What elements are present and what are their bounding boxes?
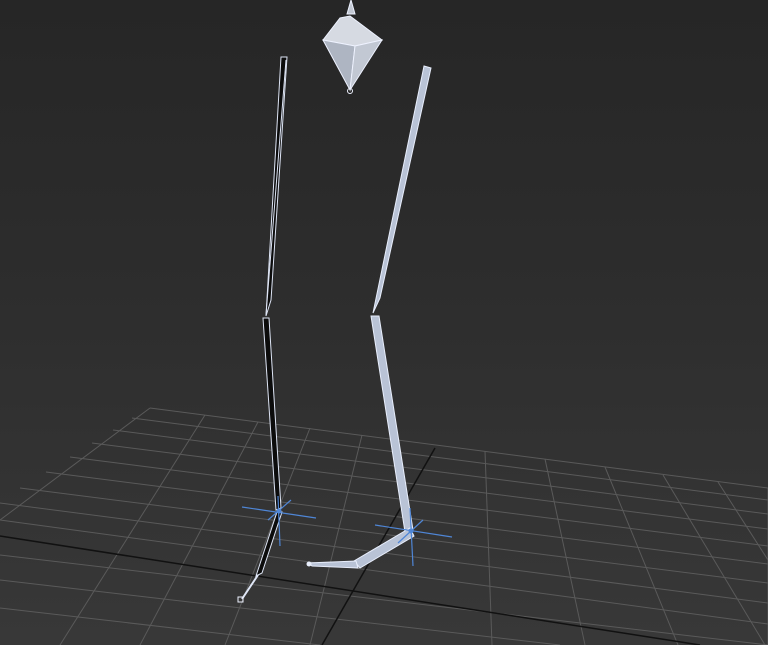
grid-line xyxy=(309,434,363,645)
grid-line xyxy=(112,429,768,515)
right-toe-bone[interactable] xyxy=(306,560,359,569)
pelvis-bone[interactable] xyxy=(322,0,384,94)
grid-axis-x xyxy=(0,535,701,645)
right-gizmo-center xyxy=(408,528,414,534)
grid-line xyxy=(139,421,259,645)
grid-line xyxy=(662,474,766,645)
right-shin-bone[interactable] xyxy=(370,315,414,533)
grid-line xyxy=(604,466,679,645)
left-toe-bone[interactable] xyxy=(241,574,259,600)
grid-line xyxy=(0,607,321,645)
grid-line xyxy=(19,487,768,584)
grid-line xyxy=(544,458,586,645)
grid-line xyxy=(131,417,768,501)
pelvis-right-face xyxy=(349,39,384,91)
right-thigh-bone[interactable] xyxy=(372,65,432,314)
grid-line xyxy=(69,456,768,547)
grid-line xyxy=(717,481,768,561)
3d-viewport[interactable] xyxy=(0,0,768,645)
pelvis-left-face xyxy=(322,39,356,92)
right-toe-tip xyxy=(306,561,312,567)
left-shin-bone[interactable] xyxy=(262,317,282,511)
right-leg[interactable] xyxy=(306,65,432,569)
viewport-scene[interactable] xyxy=(0,0,768,645)
left-leg[interactable] xyxy=(237,56,288,603)
grid-line xyxy=(59,414,206,645)
grid-line xyxy=(149,407,768,489)
left-gizmo-center xyxy=(276,508,282,514)
left-foot-bone[interactable] xyxy=(255,511,283,577)
left-thigh-highlight xyxy=(265,59,287,316)
pelvis-tip xyxy=(346,0,356,15)
grid-line xyxy=(0,579,561,645)
